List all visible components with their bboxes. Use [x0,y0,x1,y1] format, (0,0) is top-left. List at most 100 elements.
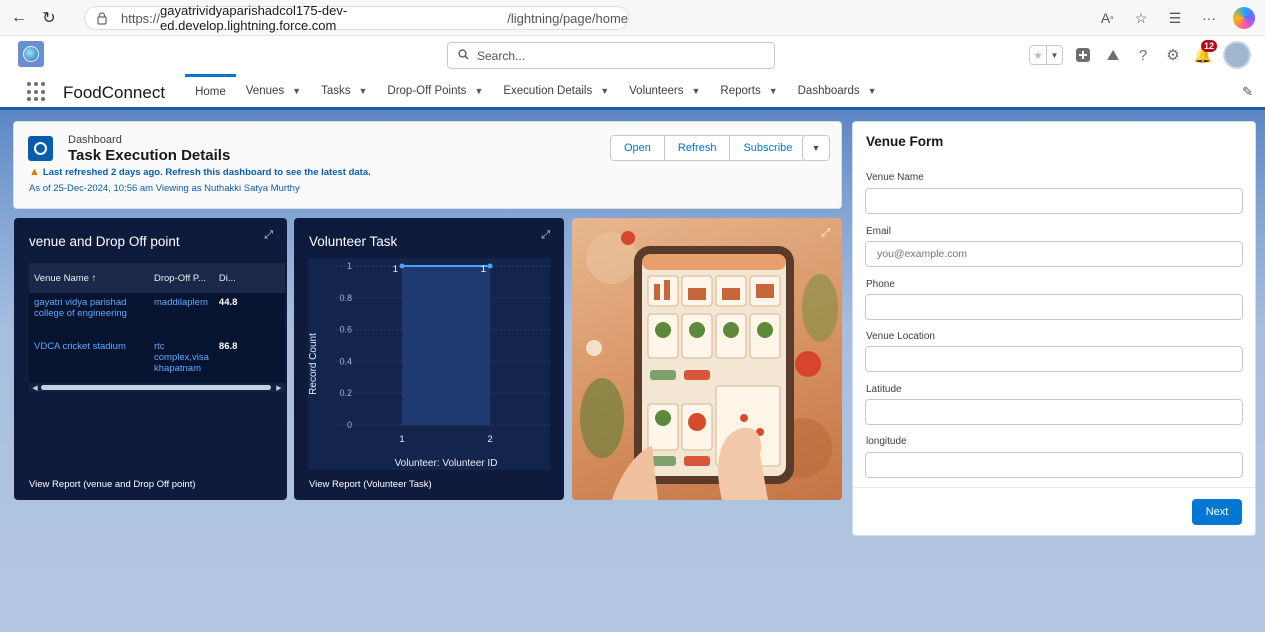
star-icon[interactable]: ★ [1030,46,1046,64]
next-button[interactable]: Next [1192,499,1242,525]
edit-nav-pencil-icon[interactable]: ✎ [1242,84,1253,100]
notifications-bell-icon[interactable]: 🔔 12 [1193,40,1217,65]
page-info-icon[interactable] [95,11,109,25]
tab-home[interactable]: Home [185,74,236,107]
open-button[interactable]: Open [610,135,665,161]
tab-volunteers[interactable]: Volunteers ▼ [619,74,710,107]
search-icon [458,48,469,63]
dashboard-menu-dropdown[interactable]: ▼ [802,135,830,161]
table-row: VDCA cricket stadium rtc complex,visa kh… [29,337,285,387]
favorites-group[interactable]: ★ ▼ [1029,45,1063,65]
chevron-down-icon[interactable]: ▼ [600,72,609,110]
expand-icon[interactable]: ⤢ [264,229,273,242]
dropoff-link[interactable]: rtc complex,visa khapatnam [149,337,214,387]
refresh-warning: ▲ Last refreshed 2 days ago. Refresh thi… [29,166,371,178]
venue-dropoff-table: Venue Name ↑ Drop-Off P... Di... gayatri… [29,263,285,387]
phone-label: Phone [866,279,895,290]
column-header-distance[interactable]: Di... [213,263,285,293]
longitude-label: longitude [866,436,907,447]
org-logo[interactable] [18,41,44,67]
global-actions-icon[interactable] [1073,45,1093,65]
form-title: Venue Form [866,134,944,149]
scroll-left-icon[interactable]: ◀ [29,384,41,392]
chevron-down-icon[interactable]: ▼ [292,72,301,110]
back-icon[interactable]: ← [8,7,30,29]
tab-reports[interactable]: Reports ▼ [710,74,787,107]
tab-dashboards[interactable]: Dashboards ▼ [788,74,887,107]
favorites-list-icon[interactable]: ☰ [1165,8,1185,28]
app-launcher-icon[interactable] [27,82,47,102]
chevron-down-icon[interactable]: ▼ [769,72,778,110]
chevron-down-icon[interactable]: ▼ [1046,46,1062,64]
copilot-icon[interactable] [1233,7,1255,29]
venue-form: Venue Form Venue Name Email Phone Venue … [852,121,1256,536]
warning-icon: ▲ [29,166,40,178]
form-divider [853,487,1255,488]
dashboard-button-group: Open Refresh Subscribe [610,135,807,161]
help-icon[interactable]: ? [1133,45,1153,65]
chevron-down-icon[interactable]: ▼ [868,72,877,110]
app-name: FoodConnect [63,83,166,102]
expand-icon[interactable]: ⤢ [821,227,830,240]
global-header: Search... ★ ▼ ⛰ ? ⚙ 🔔 12 [0,36,1265,74]
dashboard-label: Dashboard [68,134,122,146]
tab-drop-off-points[interactable]: Drop-Off Points ▼ [377,74,493,107]
latitude-input[interactable] [865,399,1243,425]
app-navigation: FoodConnect Home Venues ▼ Tasks ▼ Drop-Off… [0,74,1265,110]
venue-link[interactable]: gayatri vidya parishad college of engine… [29,293,149,337]
as-of-text: As of 25-Dec-2024, 10:56 am Viewing as N… [29,183,300,194]
venue-location-input[interactable] [865,346,1243,372]
dropoff-link[interactable]: maddilaplem [149,293,214,337]
chevron-down-icon[interactable]: ▼ [358,72,367,110]
nav-tabs: Home Venues ▼ Tasks ▼ Drop-Off Points ▼ Exe… [185,74,886,107]
more-icon[interactable]: ··· [1199,8,1219,28]
setup-gear-icon[interactable]: ⚙ [1163,45,1183,65]
trailhead-icon[interactable]: ⛰ [1103,45,1123,65]
chevron-down-icon[interactable]: ▼ [692,72,701,110]
highlight-band [402,266,490,425]
venue-name-input[interactable] [865,188,1243,214]
reload-icon[interactable]: ↻ [38,7,60,29]
view-report-link[interactable]: View Report (venue and Drop Off point) [29,479,196,490]
url-host: gayatrividyaparishadcol175-dev-ed.develo… [160,3,348,33]
search-placeholder: Search... [477,48,526,63]
y-tick-label: 0.6 [339,325,352,335]
tab-execution-details[interactable]: Execution Details ▼ [493,74,619,107]
x-tick-label: 2 [487,434,492,445]
longitude-input[interactable] [865,452,1243,478]
subscribe-button[interactable]: Subscribe [730,135,807,161]
globe-icon [23,46,39,62]
volunteer-task-chart: 0 0.2 0.4 0.6 0.8 1 1 2 1 1 Record Count Volunt… [308,258,550,470]
venue-name-label: Venue Name [866,172,924,183]
column-header-drop-off-point[interactable]: Drop-Off P... [149,263,214,293]
view-report-link[interactable]: View Report (Volunteer Task) [309,479,432,490]
widget-title: venue and Drop Off point [29,234,180,249]
read-aloud-icon[interactable]: Aᵃ [1097,8,1117,28]
scroll-thumb[interactable] [41,385,271,390]
venue-link[interactable]: VDCA cricket stadium [29,337,149,387]
phone-input[interactable] [865,294,1243,320]
notification-badge: 12 [1200,40,1217,52]
y-axis-label: Record Count [308,333,319,395]
data-point [487,263,493,269]
refresh-button[interactable]: Refresh [664,135,731,161]
tab-venues[interactable]: Venues ▼ [236,74,311,107]
distance-value: 86.8 [213,337,285,387]
warning-text: Last refreshed 2 days ago. Refresh this … [42,166,371,178]
table-row: gayatri vidya parishad college of engine… [29,293,285,337]
address-bar[interactable]: https://gayatrividyaparishadcol175-dev-e… [84,3,629,33]
data-label: 1 [481,264,486,275]
tab-tasks[interactable]: Tasks ▼ [311,74,377,107]
user-avatar[interactable] [1223,41,1251,69]
favorite-star-icon[interactable]: ☆ [1131,8,1151,28]
latitude-label: Latitude [866,384,902,395]
y-tick-label: 0.4 [339,356,352,366]
email-input[interactable] [865,241,1243,267]
table-horizontal-scrollbar[interactable]: ◀ ▶ [29,383,285,392]
scroll-right-icon[interactable]: ▶ [273,384,285,392]
chevron-down-icon[interactable]: ▼ [474,72,483,110]
global-search[interactable]: Search... [447,42,775,69]
y-tick-label: 1 [347,261,352,271]
column-header-venue-name[interactable]: Venue Name ↑ [29,263,149,293]
venue-location-label: Venue Location [866,331,935,342]
